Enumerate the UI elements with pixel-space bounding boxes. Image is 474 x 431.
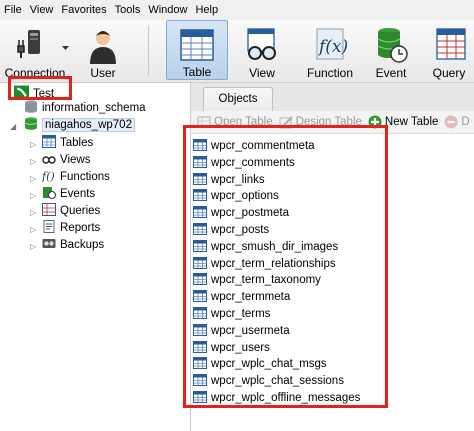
queries-icon: [42, 203, 56, 216]
tree-group-label: Backups: [60, 239, 105, 251]
tree-group-backups[interactable]: Backups: [42, 237, 104, 254]
tree-group-label: Events: [60, 188, 96, 200]
view-button[interactable]: View: [234, 20, 290, 80]
highlight-box: [8, 76, 72, 100]
reports-icon: [43, 220, 55, 233]
function-label: Function: [306, 66, 354, 80]
backups-icon: [42, 239, 56, 248]
tree-db-niagahos-wp702[interactable]: niagahos_wp702: [24, 117, 135, 134]
tree-group-views[interactable]: Views: [42, 152, 90, 169]
expand-icon[interactable]: ▷: [30, 242, 36, 251]
tree-group-label: Views: [60, 154, 91, 166]
event-icon: [377, 28, 408, 63]
svg-text:f(x): f(x): [317, 37, 348, 57]
event-button[interactable]: Event: [366, 20, 416, 80]
tab-strip: Objects: [191, 83, 474, 111]
delete-table-button[interactable]: D: [444, 115, 470, 129]
user-label: User: [90, 66, 116, 80]
tree-group-label: Functions: [60, 171, 110, 183]
views-icon: [42, 156, 56, 164]
functions-icon: f(): [42, 170, 55, 182]
connection-tree-panel: Test information_schema ◢ niagahos_wp702…: [0, 83, 191, 431]
database-icon: [24, 117, 38, 130]
expand-icon[interactable]: ▷: [30, 157, 36, 166]
toolbar-separator: [148, 26, 149, 76]
expand-icon[interactable]: ▷: [30, 191, 36, 200]
menu-window[interactable]: Window: [144, 0, 191, 20]
expand-icon[interactable]: ▷: [30, 225, 36, 234]
function-button[interactable]: f(x) Function: [298, 20, 362, 80]
query-icon: [436, 28, 466, 60]
svg-text:f(): f(): [42, 170, 55, 182]
function-icon: f(x): [316, 28, 348, 60]
delete-table-label: D: [461, 116, 470, 128]
connection-icon: [17, 30, 40, 58]
tree-group-label: Reports: [60, 222, 101, 234]
new-table-label: New Table: [384, 116, 439, 128]
events-icon: [43, 187, 56, 199]
table-icon: [180, 29, 214, 61]
event-label: Event: [375, 66, 407, 80]
menu-file[interactable]: File: [0, 0, 26, 20]
tree-group-tables[interactable]: Tables: [42, 135, 93, 152]
tree-group-label: Tables: [60, 137, 94, 149]
highlight-box: [183, 125, 388, 408]
expand-icon[interactable]: ▷: [30, 174, 36, 183]
query-button[interactable]: Query: [424, 20, 474, 80]
main-toolbar: Connection User Table View f(x) Function…: [0, 20, 474, 83]
menu-tools[interactable]: Tools: [111, 0, 145, 20]
delete-icon: [444, 115, 458, 129]
tree-group-queries[interactable]: Queries: [42, 203, 100, 220]
view-icon: [247, 28, 276, 60]
tab-objects[interactable]: Objects: [203, 87, 273, 111]
menu-favorites[interactable]: Favorites: [57, 0, 110, 20]
connection-button[interactable]: Connection: [0, 20, 70, 80]
tree-db-label: information_schema: [42, 102, 146, 114]
chevron-down-icon[interactable]: [62, 46, 69, 51]
expand-icon[interactable]: ▷: [30, 208, 36, 217]
table-button[interactable]: Table: [166, 20, 228, 80]
tree-group-reports[interactable]: Reports: [42, 220, 100, 237]
view-label: View: [249, 66, 275, 80]
menu-help[interactable]: Help: [191, 0, 222, 20]
tree-group-label: Queries: [60, 205, 101, 217]
tree-group-events[interactable]: Events: [42, 186, 95, 203]
user-icon: [90, 31, 116, 64]
tree-db-label: niagahos_wp702: [42, 118, 135, 132]
collapse-icon[interactable]: ◢: [10, 122, 16, 131]
tables-icon: [42, 135, 56, 148]
table-label: Table: [182, 65, 212, 79]
expand-icon[interactable]: ▷: [30, 140, 36, 149]
tree-db-information-schema[interactable]: information_schema: [24, 100, 146, 117]
menu-view[interactable]: View: [26, 0, 58, 20]
user-button[interactable]: User: [74, 20, 132, 80]
database-icon: [25, 100, 37, 113]
tree-group-functions[interactable]: f() Functions: [42, 169, 110, 186]
query-label: Query: [432, 66, 466, 80]
menu-bar: File View Favorites Tools Window Help: [0, 0, 474, 20]
